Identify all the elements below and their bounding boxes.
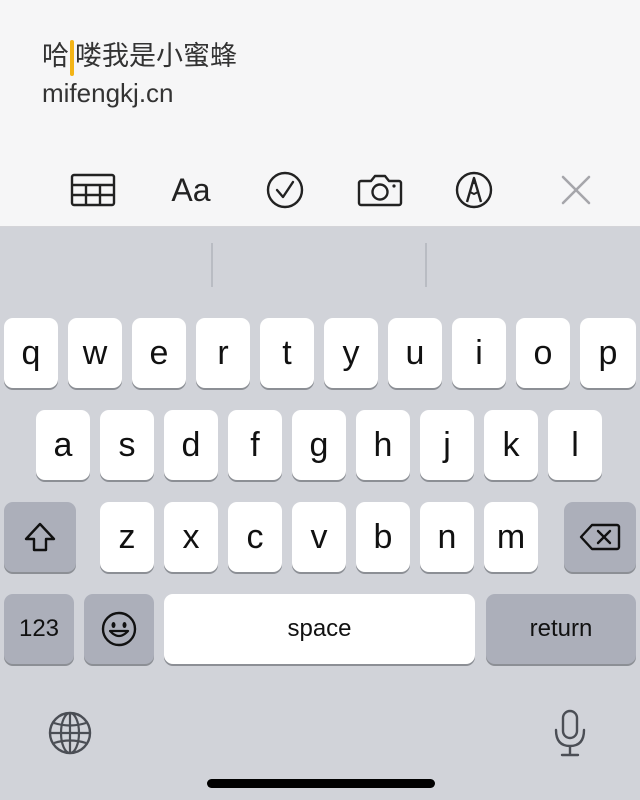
key-k[interactable]: k [484, 410, 538, 480]
note-line-2[interactable]: mifengkj.cn [42, 78, 174, 109]
key-a[interactable]: a [36, 410, 90, 480]
key-m[interactable]: m [484, 502, 538, 572]
emoji-key[interactable] [84, 594, 154, 664]
key-s[interactable]: s [100, 410, 154, 480]
key-l[interactable]: l [548, 410, 602, 480]
key-b[interactable]: b [356, 502, 410, 572]
key-d[interactable]: d [164, 410, 218, 480]
globe-button[interactable] [44, 707, 96, 759]
key-z[interactable]: z [100, 502, 154, 572]
key-q[interactable]: q [4, 318, 58, 388]
globe-icon [48, 711, 92, 755]
markup-button[interactable] [450, 168, 498, 212]
key-t[interactable]: t [260, 318, 314, 388]
key-p[interactable]: p [580, 318, 636, 388]
key-c[interactable]: c [228, 502, 282, 572]
backspace-key[interactable] [564, 502, 636, 572]
key-y[interactable]: y [324, 318, 378, 388]
key-v[interactable]: v [292, 502, 346, 572]
note-line-1[interactable]: 哈喽我是小蜜蜂 [42, 34, 237, 76]
key-i[interactable]: i [452, 318, 506, 388]
key-e[interactable]: e [132, 318, 186, 388]
return-key[interactable]: return [486, 594, 636, 664]
note-editor[interactable]: 哈喽我是小蜜蜂 mifengkj.cn [0, 0, 640, 152]
key-n[interactable]: n [420, 502, 474, 572]
markup-pen-icon [455, 171, 493, 209]
checklist-icon [266, 171, 304, 209]
table-icon [70, 173, 116, 207]
suggestion-divider [425, 243, 427, 287]
note-text-after-caret: 喽我是小蜜蜂 [75, 41, 237, 72]
key-u[interactable]: u [388, 318, 442, 388]
shift-icon [24, 522, 56, 552]
key-r[interactable]: r [196, 318, 250, 388]
note-text-before-caret: 哈 [42, 41, 69, 72]
key-x[interactable]: x [164, 502, 218, 572]
text-format-icon: Aa [171, 171, 211, 208]
keyboard: q w e r t y u i o p a s d f g h j k l z … [0, 227, 640, 800]
camera-button[interactable] [356, 168, 404, 212]
key-o[interactable]: o [516, 318, 570, 388]
checklist-button[interactable] [261, 168, 309, 212]
numbers-key[interactable]: 123 [4, 594, 74, 664]
key-h[interactable]: h [356, 410, 410, 480]
close-icon [561, 175, 591, 205]
shift-key[interactable] [4, 502, 76, 572]
key-g[interactable]: g [292, 410, 346, 480]
key-w[interactable]: w [68, 318, 122, 388]
close-keyboard-button[interactable] [552, 168, 600, 212]
suggestion-divider [211, 243, 213, 287]
emoji-icon [101, 611, 137, 647]
table-button[interactable] [69, 168, 117, 212]
backspace-icon [579, 523, 621, 551]
dictation-button[interactable] [546, 705, 594, 761]
home-indicator [207, 779, 435, 788]
microphone-icon [554, 709, 586, 757]
key-f[interactable]: f [228, 410, 282, 480]
notes-toolbar: Aa [0, 152, 640, 227]
space-key[interactable]: space [164, 594, 475, 664]
key-j[interactable]: j [420, 410, 474, 480]
camera-icon [357, 174, 403, 207]
text-cursor [70, 39, 74, 76]
text-format-button[interactable]: Aa [167, 168, 215, 212]
